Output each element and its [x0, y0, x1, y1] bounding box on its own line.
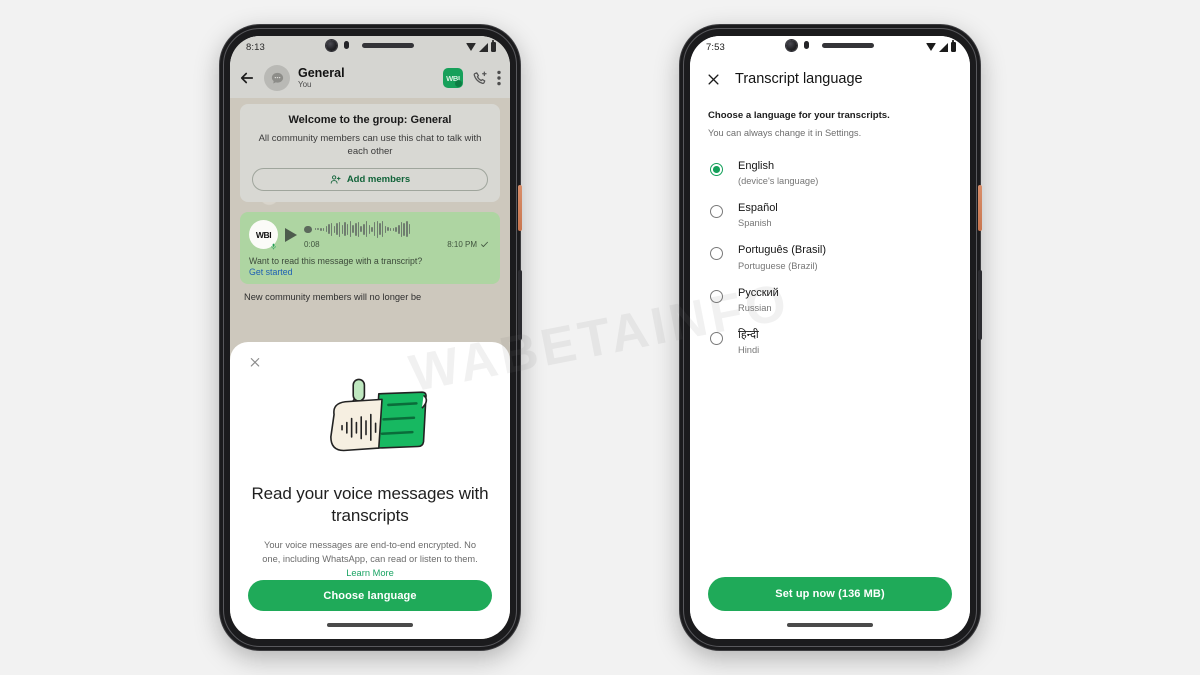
chat-screen: General You WBI Welcome to the group: Ge…: [230, 58, 510, 639]
proximity-sensor-icon: [344, 41, 349, 49]
radio-icon[interactable]: [710, 289, 723, 303]
phone-right: 7:53 Transcript language Choose a langua…: [680, 25, 982, 650]
language-option-russian[interactable]: Русский Russian: [690, 279, 970, 321]
volume-button[interactable]: [518, 270, 522, 340]
add-members-label: Add members: [346, 174, 411, 186]
language-native-name: Español: [738, 202, 778, 215]
voice-timestamp-group: 8:10 PM: [447, 240, 489, 249]
earpiece-speaker: [362, 42, 414, 48]
language-option-english[interactable]: English (device's language): [690, 152, 970, 194]
language-header: Transcript language: [690, 58, 970, 100]
playback-scrubber[interactable]: [304, 225, 312, 234]
transcript-language-screen: Transcript language Choose a language fo…: [690, 58, 970, 639]
radio-icon[interactable]: [710, 163, 723, 176]
chat-title-block[interactable]: General You: [298, 66, 435, 90]
language-native-name: हिन्दी: [738, 328, 759, 341]
intro-heading: Choose a language for your transcripts.: [708, 110, 890, 121]
earpiece-speaker: [822, 42, 874, 48]
phone-left: 8:13 General You WBI Welcome to the grou…: [220, 25, 522, 650]
wabetainfo-badge-icon: WBI: [443, 68, 463, 88]
home-gesture-pill[interactable]: [787, 623, 873, 627]
front-camera-icon: [326, 39, 337, 51]
close-icon[interactable]: [248, 356, 262, 369]
get-started-link[interactable]: Get started: [249, 267, 491, 277]
volume-button[interactable]: [978, 270, 982, 340]
sender-avatar: WBI: [249, 220, 278, 250]
screenshot-stage: 8:13 General You WBI Welcome to the grou…: [0, 0, 1200, 675]
voice-player-row: WBI 0:08 8:10 PM: [249, 220, 491, 250]
transcript-intro-sheet: Read your voice messages with transcript…: [230, 342, 510, 639]
add-to-call-icon[interactable]: [472, 70, 488, 86]
front-camera-icon: [786, 39, 797, 51]
language-english-name: Russian: [738, 302, 772, 313]
play-icon[interactable]: [285, 227, 297, 242]
radio-icon[interactable]: [710, 331, 723, 345]
language-native-name: Русский: [738, 286, 779, 299]
voice-timestamp: 8:10 PM: [447, 240, 477, 250]
language-list: English (device's language) Español Span…: [690, 152, 970, 363]
language-option-portuguese[interactable]: Português (Brasil) Portuguese (Brazil): [690, 236, 970, 278]
group-avatar-icon[interactable]: [264, 65, 290, 91]
chat-subtitle: You: [298, 80, 312, 90]
screen-right: 7:53 Transcript language Choose a langua…: [690, 36, 970, 639]
welcome-title: Welcome to the group: General: [288, 114, 452, 126]
voice-duration: 0:08: [304, 240, 320, 250]
language-option-hindi[interactable]: हिन्दी Hindi: [690, 321, 970, 363]
close-icon[interactable]: [706, 72, 721, 87]
voice-message-bubble[interactable]: WBI 0:08 8:10 PM Want to read this messa…: [240, 212, 500, 285]
back-arrow-icon[interactable]: [238, 69, 256, 87]
voice-transcript-illustration: [330, 378, 428, 451]
sheet-title: Read your voice messages with transcript…: [251, 484, 489, 525]
sent-check-icon: [481, 242, 488, 248]
learn-more-link[interactable]: Learn More: [346, 568, 394, 578]
proximity-sensor-icon: [804, 41, 809, 49]
language-english-name: Portuguese (Brazil): [738, 260, 818, 271]
group-welcome-card: Welcome to the group: General All commun…: [240, 104, 500, 203]
power-button[interactable]: [518, 185, 522, 231]
tail-system-message: New community members will no longer be: [244, 292, 422, 303]
radio-icon[interactable]: [710, 205, 723, 219]
navigation-bar-right: [690, 611, 970, 639]
language-native-name: English: [738, 160, 775, 172]
voice-meta: 0:08 8:10 PM: [304, 240, 491, 249]
language-english-name: Spanish: [738, 218, 772, 229]
navigation-bar-left: [327, 611, 413, 639]
screen-left: 8:13 General You WBI Welcome to the grou…: [230, 36, 510, 639]
radio-icon[interactable]: [710, 247, 723, 261]
chat-name: General: [298, 66, 345, 81]
microphone-icon: [271, 244, 276, 250]
language-english-name: (device's language): [738, 176, 819, 187]
intro-subtext: You can always change it in Settings.: [708, 128, 862, 138]
language-native-name: Português (Brasil): [738, 244, 827, 257]
voice-waveform: [304, 220, 491, 238]
transcript-prompt: Want to read this message with a transcr…: [249, 256, 423, 267]
home-gesture-pill[interactable]: [327, 623, 413, 627]
phone-top-hardware: [680, 38, 980, 52]
add-members-button[interactable]: Add members: [252, 168, 488, 192]
phone-top-hardware: [220, 38, 520, 52]
language-option-spanish[interactable]: Español Spanish: [690, 194, 970, 236]
page-title: Transcript language: [735, 71, 863, 87]
sheet-body-text: Your voice messages are end-to-end encry…: [262, 540, 478, 565]
overflow-menu-icon[interactable]: [497, 70, 501, 86]
add-person-icon: [330, 175, 341, 185]
sheet-body: Your voice messages are end-to-end encry…: [256, 538, 484, 580]
language-english-name: Hindi: [738, 344, 760, 355]
power-button[interactable]: [978, 185, 982, 231]
language-cta-wrap: Set up now (136 MB): [690, 577, 970, 611]
welcome-text: All community members can use this chat …: [258, 133, 482, 157]
chat-header: General You WBI: [230, 58, 510, 98]
sender-avatar-label: WBI: [255, 229, 272, 240]
chat-header-actions: WBI: [443, 68, 501, 88]
language-intro: Choose a language for your transcripts. …: [690, 100, 970, 138]
choose-language-button[interactable]: Choose language: [248, 580, 492, 611]
chat-bubble-icon: [271, 72, 283, 83]
set-up-now-button[interactable]: Set up now (136 MB): [708, 577, 952, 611]
voice-track[interactable]: 0:08 8:10 PM: [304, 220, 491, 249]
